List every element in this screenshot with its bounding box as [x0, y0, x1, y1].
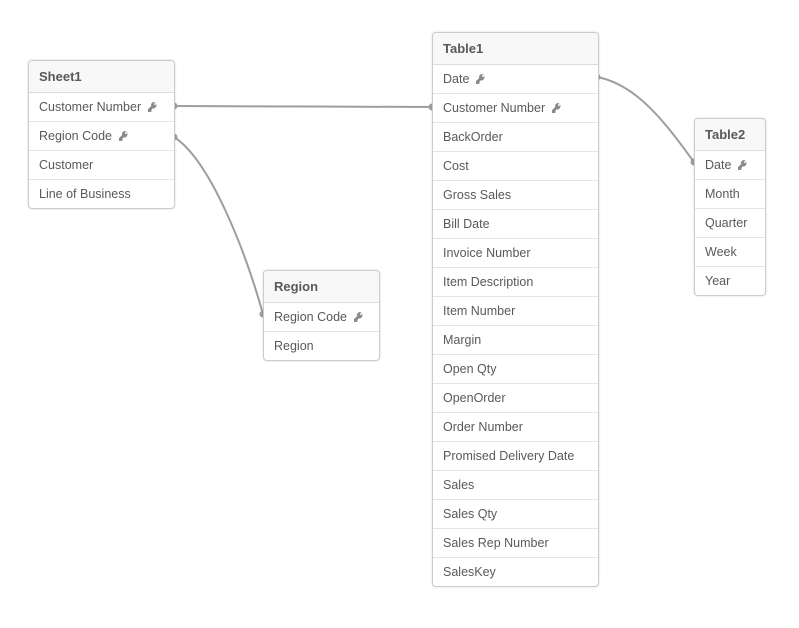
field-label: Sales	[443, 478, 474, 492]
key-icon	[737, 159, 749, 171]
field-item-number[interactable]: Item Number	[433, 297, 598, 326]
field-label: Invoice Number	[443, 246, 531, 260]
field-saleskey[interactable]: SalesKey	[433, 558, 598, 586]
field-label: Cost	[443, 159, 469, 173]
table-title: Table2	[705, 127, 745, 142]
field-gross-sales[interactable]: Gross Sales	[433, 181, 598, 210]
key-icon	[353, 311, 365, 323]
field-line-of-business[interactable]: Line of Business	[29, 180, 174, 208]
field-margin[interactable]: Margin	[433, 326, 598, 355]
field-order-number[interactable]: Order Number	[433, 413, 598, 442]
field-openorder[interactable]: OpenOrder	[433, 384, 598, 413]
field-month[interactable]: Month	[695, 180, 765, 209]
field-date[interactable]: Date	[433, 65, 598, 94]
table-region[interactable]: Region Region Code Region	[263, 270, 380, 361]
field-label: SalesKey	[443, 565, 496, 579]
field-cost[interactable]: Cost	[433, 152, 598, 181]
table-sheet1[interactable]: Sheet1 Customer Number Region Code Custo…	[28, 60, 175, 209]
field-label: Region	[274, 339, 314, 353]
field-label: Sales Rep Number	[443, 536, 549, 550]
field-label: Item Number	[443, 304, 515, 318]
key-icon	[475, 73, 487, 85]
field-label: Date	[443, 72, 469, 86]
field-label: Order Number	[443, 420, 523, 434]
field-label: Month	[705, 187, 740, 201]
field-label: Customer	[39, 158, 93, 172]
model-canvas: Sheet1 Customer Number Region Code Custo…	[0, 0, 799, 628]
field-year[interactable]: Year	[695, 267, 765, 295]
field-sales-qty[interactable]: Sales Qty	[433, 500, 598, 529]
field-label: Week	[705, 245, 737, 259]
field-label: Year	[705, 274, 730, 288]
field-label: Open Qty	[443, 362, 497, 376]
key-icon	[118, 130, 130, 142]
field-customer-number[interactable]: Customer Number	[433, 94, 598, 123]
field-customer-number[interactable]: Customer Number	[29, 93, 174, 122]
table-title: Sheet1	[39, 69, 82, 84]
field-week[interactable]: Week	[695, 238, 765, 267]
field-bill-date[interactable]: Bill Date	[433, 210, 598, 239]
field-label: Gross Sales	[443, 188, 511, 202]
field-region[interactable]: Region	[264, 332, 379, 360]
field-region-code[interactable]: Region Code	[29, 122, 174, 151]
field-label: Quarter	[705, 216, 747, 230]
field-label: Line of Business	[39, 187, 131, 201]
field-label: Customer Number	[443, 101, 545, 115]
table-title: Region	[274, 279, 318, 294]
field-label: Item Description	[443, 275, 533, 289]
field-item-description[interactable]: Item Description	[433, 268, 598, 297]
field-customer[interactable]: Customer	[29, 151, 174, 180]
table-table1[interactable]: Table1 Date Customer Number BackOrder Co…	[432, 32, 599, 587]
field-sales-rep-number[interactable]: Sales Rep Number	[433, 529, 598, 558]
field-label: Region Code	[39, 129, 112, 143]
field-label: Sales Qty	[443, 507, 497, 521]
field-label: Region Code	[274, 310, 347, 324]
field-label: BackOrder	[443, 130, 503, 144]
field-promised-delivery-date[interactable]: Promised Delivery Date	[433, 442, 598, 471]
key-icon	[551, 102, 563, 114]
field-backorder[interactable]: BackOrder	[433, 123, 598, 152]
table-header[interactable]: Table1	[433, 33, 598, 65]
table-title: Table1	[443, 41, 483, 56]
field-date[interactable]: Date	[695, 151, 765, 180]
field-invoice-number[interactable]: Invoice Number	[433, 239, 598, 268]
table-header[interactable]: Table2	[695, 119, 765, 151]
field-open-qty[interactable]: Open Qty	[433, 355, 598, 384]
table-header[interactable]: Sheet1	[29, 61, 174, 93]
field-quarter[interactable]: Quarter	[695, 209, 765, 238]
field-label: OpenOrder	[443, 391, 506, 405]
field-label: Promised Delivery Date	[443, 449, 574, 463]
table-table2[interactable]: Table2 Date Month Quarter Week Year	[694, 118, 766, 296]
table-header[interactable]: Region	[264, 271, 379, 303]
field-label: Date	[705, 158, 731, 172]
field-label: Customer Number	[39, 100, 141, 114]
field-label: Margin	[443, 333, 481, 347]
key-icon	[147, 101, 159, 113]
field-region-code[interactable]: Region Code	[264, 303, 379, 332]
field-sales[interactable]: Sales	[433, 471, 598, 500]
field-label: Bill Date	[443, 217, 490, 231]
